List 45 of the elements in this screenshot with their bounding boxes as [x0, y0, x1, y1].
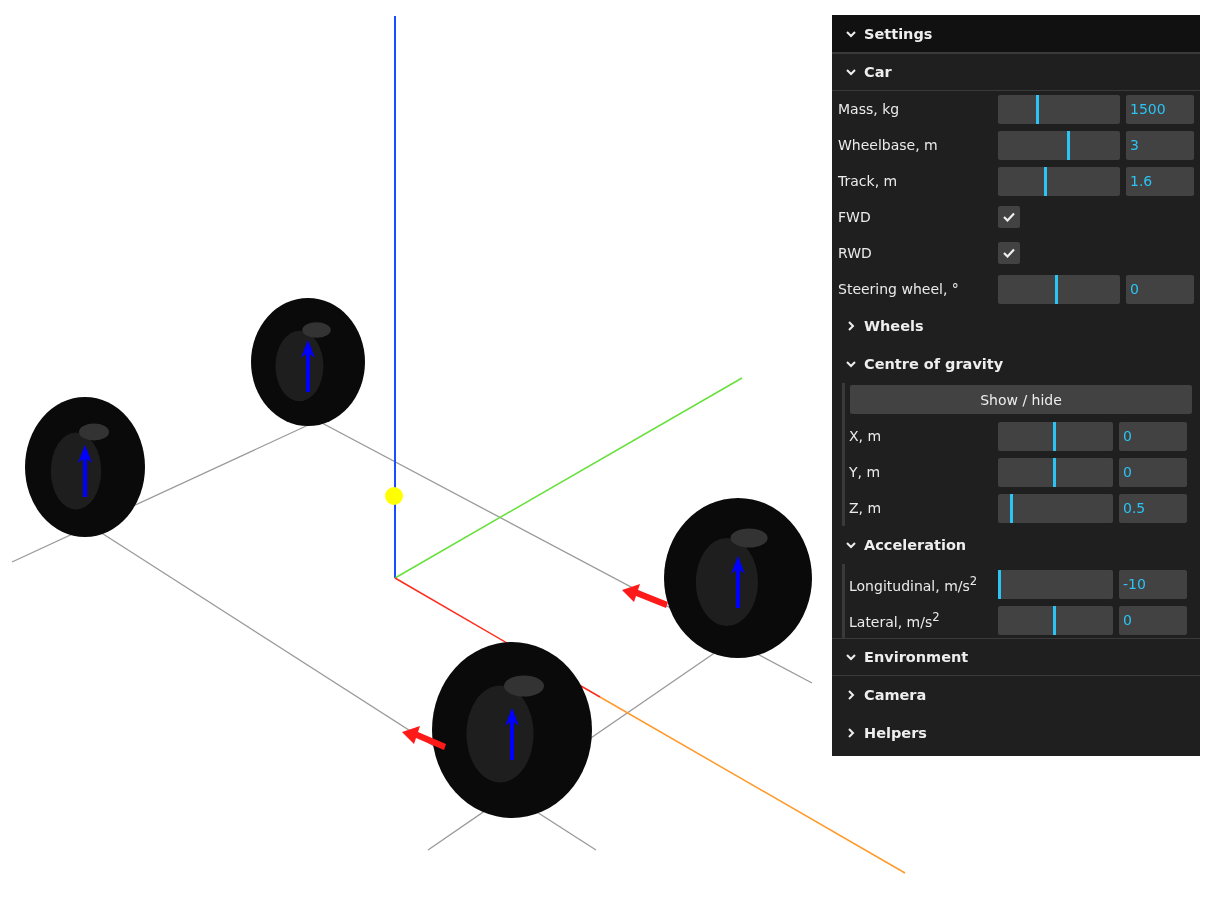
force-arrow-icon [622, 584, 668, 608]
number-field[interactable]: 1500 [1126, 94, 1194, 124]
folder-title[interactable]: Environment [832, 638, 1200, 676]
slider[interactable] [998, 493, 1113, 523]
number-field[interactable]: -10 [1119, 569, 1187, 599]
control-label: Mass, kg [838, 101, 901, 117]
control-label: Longitudinal, m/s$^{2}$ [849, 574, 979, 594]
number-field[interactable]: 0 [1119, 457, 1187, 487]
folder-title[interactable]: Acceleration [832, 526, 1200, 564]
slider[interactable] [998, 605, 1113, 635]
number-field[interactable]: 1.6 [1126, 166, 1194, 196]
number-field[interactable]: 0 [1119, 421, 1187, 451]
number-field[interactable]: 0 [1126, 274, 1194, 304]
checkbox[interactable] [998, 242, 1020, 264]
control-label: Track, m [838, 173, 899, 189]
slider[interactable] [998, 457, 1113, 487]
checkbox[interactable] [998, 206, 1020, 228]
control-label: FWD [838, 209, 872, 225]
slider[interactable] [998, 94, 1120, 124]
control-label: RWD [838, 245, 873, 261]
checkmark-icon [1003, 212, 1015, 222]
control-label: Y, m [849, 464, 882, 480]
folder-title[interactable]: Helpers [832, 714, 1200, 752]
number-field[interactable]: 0 [1119, 605, 1187, 635]
slider[interactable] [998, 274, 1120, 304]
control-label: Wheelbase, m [838, 137, 939, 153]
show-hide-button[interactable]: Show / hide [850, 385, 1192, 414]
folder-title[interactable]: Camera [832, 676, 1200, 714]
slider[interactable] [998, 569, 1113, 599]
folder-title[interactable]: Centre of gravity [832, 345, 1200, 383]
control-label: Steering wheel, ° [838, 281, 960, 297]
control-label: X, m [849, 428, 883, 444]
centre-of-gravity-dot [385, 487, 403, 505]
panel-title[interactable]: Settings [832, 15, 1200, 53]
folder-title[interactable]: Car [832, 53, 1200, 91]
checkmark-icon [1003, 248, 1015, 258]
slider[interactable] [998, 130, 1120, 160]
number-field[interactable]: 3 [1126, 130, 1194, 160]
folder-title[interactable]: Wheels [832, 307, 1200, 345]
force-arrow-icon [402, 726, 446, 750]
control-label: Z, m [849, 500, 883, 516]
control-label: Lateral, m/s$^{2}$ [849, 610, 941, 630]
number-field[interactable]: 0.5 [1119, 493, 1187, 523]
slider[interactable] [998, 166, 1120, 196]
slider[interactable] [998, 421, 1113, 451]
